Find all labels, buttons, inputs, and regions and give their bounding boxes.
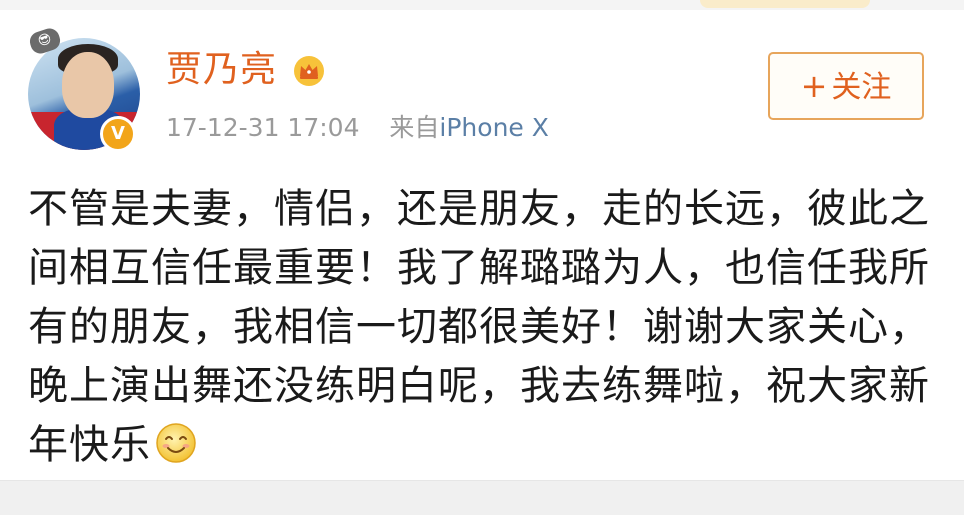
crown-icon xyxy=(294,56,324,86)
plus-icon: + xyxy=(800,67,828,105)
previous-post-decoration xyxy=(700,0,870,8)
smile-emoji-icon xyxy=(156,423,196,463)
verified-badge-icon: V xyxy=(100,116,136,152)
username[interactable]: 贾乃亮 xyxy=(166,48,277,92)
avatar-face xyxy=(62,52,114,118)
post-content: 不管是夫妻，情侣，还是朋友，走的长远，彼此之间相互信任最重要！我了解璐璐为人，也… xyxy=(28,180,938,475)
post-timestamp[interactable]: 17-12-31 17:04 xyxy=(166,113,359,142)
source-device-link[interactable]: iPhone X xyxy=(439,113,548,142)
post-meta: 17-12-31 17:04 来自iPhone X xyxy=(166,112,549,144)
source-prefix: 来自 xyxy=(389,113,440,142)
follow-button[interactable]: + 关注 xyxy=(768,52,924,120)
follow-label: 关注 xyxy=(831,70,892,105)
post-footer-divider xyxy=(0,480,964,515)
